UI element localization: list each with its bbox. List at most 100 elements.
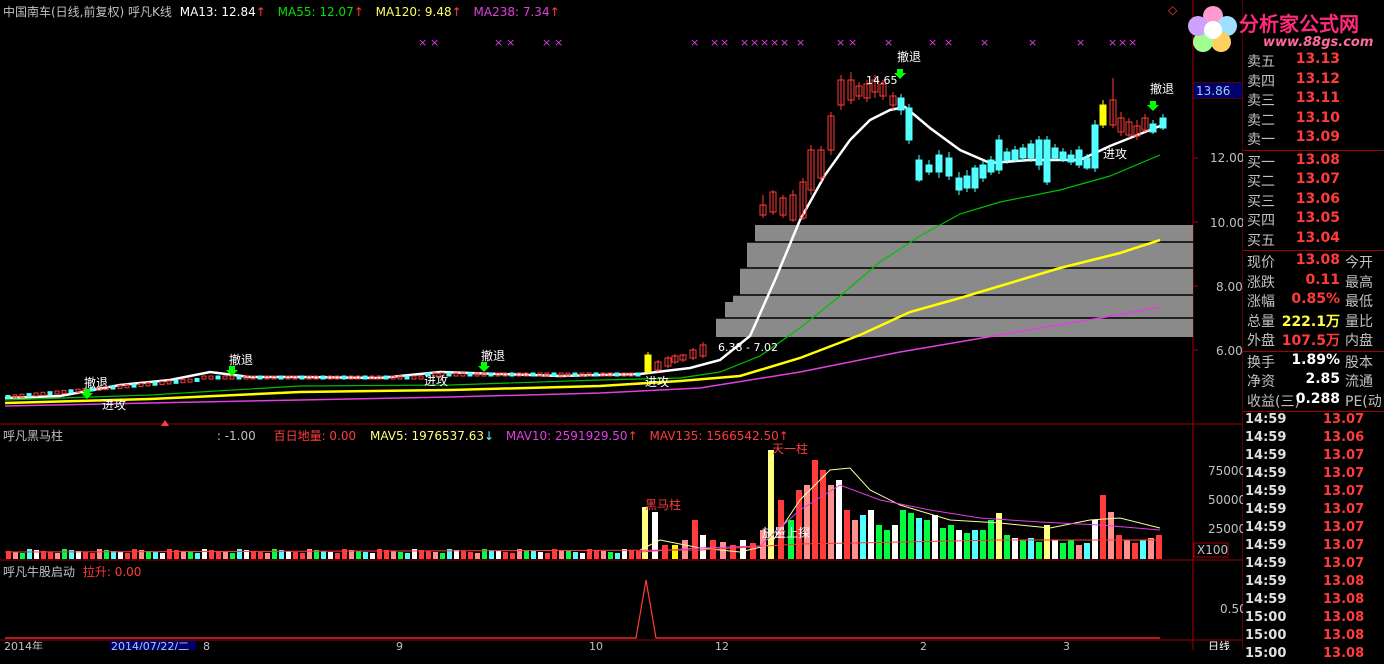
up-arrow-icon: ↑ (255, 5, 266, 19)
candle (159, 381, 165, 386)
candle (33, 392, 39, 397)
sell-row-value: 13.09 (1295, 129, 1340, 145)
volume-bar (972, 530, 978, 559)
volume-bar (258, 552, 263, 559)
bull-indicator-name[interactable]: 呼凡牛股启动 (3, 565, 75, 579)
volume-bar (796, 490, 802, 559)
volume-bar (475, 553, 480, 559)
candle (453, 372, 459, 377)
volume-bar (146, 551, 151, 559)
tick-row: 14:59 13.07 (1243, 556, 1384, 574)
volume-bar (1060, 543, 1066, 559)
jingong-label-4: 进攻 (1103, 147, 1127, 161)
tick-price: 13.07 (1323, 466, 1365, 481)
stat-row-label2: 股本 (1345, 354, 1373, 371)
volume-bar (55, 553, 60, 559)
candle (299, 375, 305, 380)
volume-bar (223, 552, 228, 559)
candle (979, 164, 987, 179)
volume-bar (356, 551, 361, 559)
sell-row-label: 卖四 (1247, 73, 1275, 90)
candle (215, 375, 221, 380)
stat-row-label2: 今开 (1345, 255, 1373, 271)
buy-row: 买四 13.05 (1243, 210, 1384, 229)
volume-bar (1140, 540, 1146, 559)
stat-row-label: 收益(三) (1247, 393, 1300, 410)
candle (644, 354, 652, 373)
tick-time: 14:59 (1245, 556, 1287, 571)
ma120-value: MA120: 9.48 (375, 5, 452, 19)
candle (925, 164, 933, 173)
volume-bar (531, 551, 536, 559)
stock-title[interactable]: 中国南车(日线,前复权) (3, 5, 124, 19)
x-marker: × (542, 36, 551, 49)
buy-row-label: 买五 (1247, 232, 1275, 249)
volume-bar (940, 528, 946, 559)
up-arrow-icon: ↑ (627, 429, 638, 443)
x-marker: × (1118, 36, 1127, 49)
candle (229, 375, 235, 380)
candle (987, 159, 995, 173)
volume-bar (433, 552, 438, 559)
x-marker: × (494, 36, 503, 49)
volume-bar (538, 552, 543, 559)
candle (1159, 117, 1167, 129)
volume-bar (1020, 540, 1026, 559)
buy-row-value: 13.04 (1295, 229, 1340, 246)
candle (201, 375, 207, 380)
volume-bar (980, 530, 986, 559)
volume-indicator-name[interactable]: 呼凡黑马柱 (3, 429, 63, 443)
diamond-icon[interactable]: ◇ (1168, 3, 1177, 17)
divider (1243, 250, 1384, 251)
volume-bar (230, 553, 235, 559)
candle (138, 382, 144, 387)
x-marker: × (430, 36, 439, 49)
volume-bar (672, 545, 678, 559)
mav10-value: MAV10: 2591929.50 (505, 429, 628, 443)
candle (995, 139, 1003, 171)
stat-row-value: 1.89% (1291, 351, 1340, 368)
candle (19, 393, 25, 398)
candle (26, 393, 32, 398)
candle (173, 379, 179, 384)
chip-distribution (716, 225, 1193, 337)
sell-row-value: 13.13 (1295, 51, 1340, 67)
buy-row-value: 13.06 (1295, 190, 1340, 207)
volume-bar (1004, 535, 1010, 559)
volume-bar (1028, 538, 1034, 559)
x-marker: × (836, 36, 845, 49)
chart-canvas[interactable]: × × × × × × × × × × × × × × × × × × × × × × × × × × 13.86 12.00 1… (0, 0, 1243, 650)
buy-row-label: 买四 (1247, 213, 1275, 229)
tick-time: 14:59 (1245, 448, 1287, 463)
volume-bar (118, 552, 123, 559)
volume-bar (988, 520, 994, 559)
indicator-name[interactable]: 呼凡K线 (128, 5, 172, 19)
candle (963, 175, 971, 189)
candle (593, 372, 599, 377)
volume-bar (884, 530, 890, 559)
candle (460, 372, 466, 377)
jingong-label-2: 进攻 (424, 374, 448, 388)
volume-bar (34, 550, 39, 559)
date-axis: 2014年 2014/07/22/二 8 9 10 12 2 3 日线 (4, 639, 1230, 650)
volume-bar (860, 515, 866, 559)
volume-bar (13, 552, 18, 559)
sell-row: 卖四 13.12 (1243, 71, 1384, 90)
tick-row: 15:00 13.08 (1243, 628, 1384, 646)
tick-price: 13.07 (1323, 448, 1365, 463)
tick-time: 14:59 (1245, 520, 1287, 535)
volume-bar (440, 553, 445, 559)
x-marker: × (720, 36, 729, 49)
date-label-8: 8 (203, 640, 210, 650)
volume-bar (852, 520, 858, 559)
volume-bar (559, 550, 564, 559)
stat-row-value: 222.1万 (1281, 313, 1340, 330)
candle (572, 372, 578, 377)
candle (278, 375, 284, 380)
stat-row: 涨幅 0.85% 最低 (1243, 291, 1384, 310)
candle (40, 391, 46, 396)
chetui-label-4: 撤退 (897, 49, 921, 64)
stat-row-value: 2.85 (1305, 371, 1340, 387)
x-marker: × (796, 36, 805, 49)
candle (222, 375, 228, 380)
